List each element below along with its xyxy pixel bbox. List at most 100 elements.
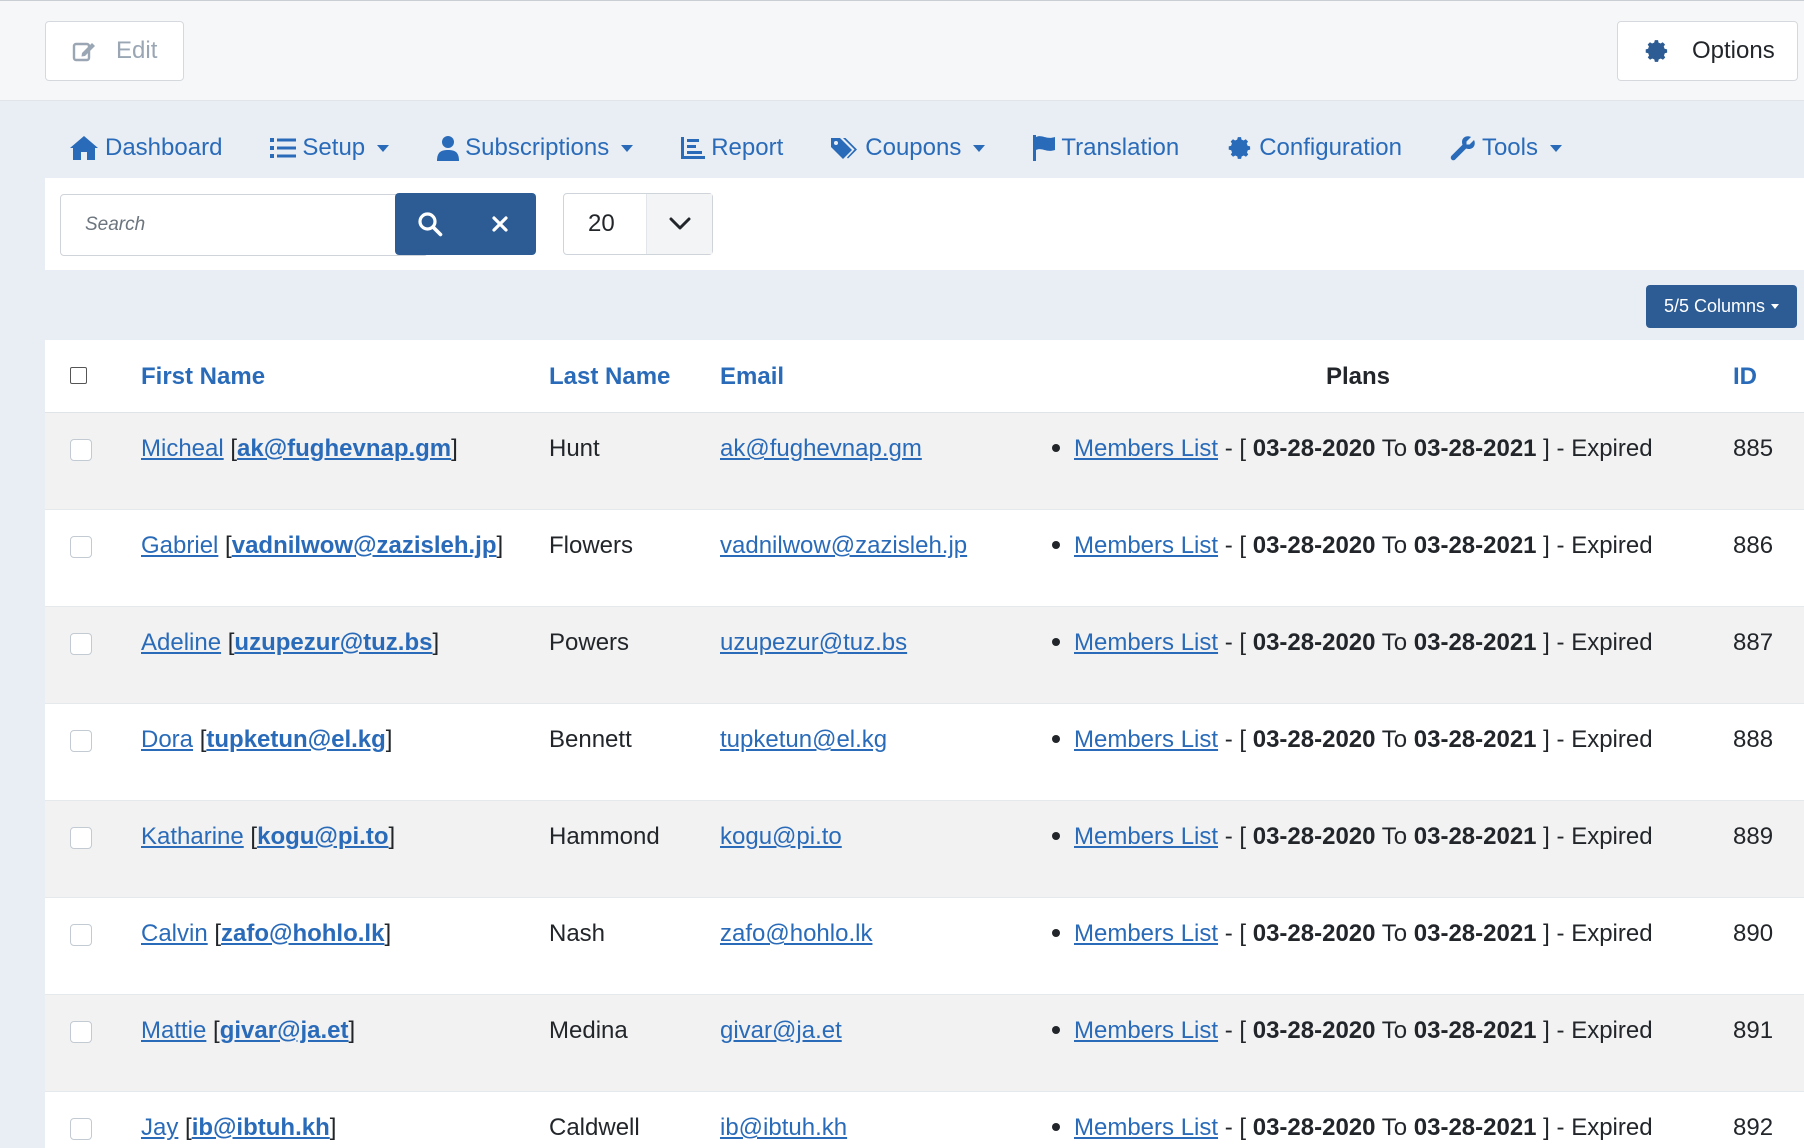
nav-report[interactable]: Report [657, 119, 807, 177]
bullet-icon [1052, 637, 1060, 646]
plan-status: Expired [1571, 920, 1653, 947]
first-name-link[interactable]: Mattie [141, 1017, 206, 1044]
last-name-cell: Caldwell [549, 1114, 640, 1141]
first-name-email-link[interactable]: ib@ibtuh.kh [192, 1114, 330, 1141]
nav-configuration[interactable]: Configuration [1203, 119, 1426, 177]
plan-link[interactable]: Members List [1074, 1114, 1218, 1141]
first-name-cell: Adeline [uzupezur@tuz.bs] [141, 629, 440, 656]
table-row: Dora [tupketun@el.kg] Bennett tupketun@el.… [45, 704, 1804, 801]
gear-icon [1228, 137, 1251, 159]
email-link[interactable]: ib@ibtuh.kh [720, 1114, 847, 1141]
filter-bar: 20 [45, 178, 1804, 270]
email-link[interactable]: ak@fughevnap.gm [720, 435, 922, 462]
columns-toggle-button[interactable]: 5/5 Columns [1646, 285, 1797, 328]
search-button[interactable] [395, 193, 465, 255]
plan-link[interactable]: Members List [1074, 532, 1218, 559]
column-plans: Plans [1326, 362, 1391, 390]
first-name-link[interactable]: Calvin [141, 920, 208, 947]
nav-dashboard[interactable]: Dashboard [45, 119, 246, 177]
row-checkbox[interactable] [70, 536, 92, 558]
first-name-email-link[interactable]: kogu@pi.to [257, 823, 388, 850]
plans-cell: Members List - [ 03-28-2020 To 03-28-202… [1052, 435, 1653, 463]
plan-end-date: 03-28-2021 [1413, 823, 1537, 850]
plan-link[interactable]: Members List [1074, 1017, 1218, 1044]
gear-icon [1645, 40, 1668, 62]
first-name-email-link[interactable]: zafo@hohlo.lk [221, 920, 384, 947]
plan-link[interactable]: Members List [1074, 920, 1218, 947]
nav-tools[interactable]: Tools [1426, 119, 1586, 177]
columns-toggle-label: 5/5 Columns [1663, 296, 1766, 316]
first-name-link[interactable]: Gabriel [141, 532, 218, 559]
email-link[interactable]: uzupezur@tuz.bs [720, 629, 907, 656]
chevron-down-icon [973, 144, 986, 152]
search-button-group [395, 193, 536, 255]
email-cell: zafo@hohlo.lk [720, 920, 872, 948]
search-input[interactable] [60, 194, 428, 256]
plan-start-date: 03-28-2020 [1252, 823, 1376, 850]
options-button[interactable]: Options [1617, 21, 1798, 81]
nav-setup[interactable]: Setup [246, 119, 413, 177]
nav-subscriptions[interactable]: Subscriptions [413, 119, 657, 177]
list-limit-toggle[interactable] [646, 194, 712, 254]
row-checkbox[interactable] [70, 1118, 92, 1140]
plan-date-connector: To [1381, 629, 1408, 656]
nav-subscriptions-label: Subscriptions [465, 134, 610, 161]
column-first-name[interactable]: First Name [141, 340, 265, 413]
last-name-cell: Hammond [549, 823, 660, 850]
nav-configuration-label: Configuration [1259, 134, 1402, 161]
email-link[interactable]: vadnilwow@zazisleh.jp [720, 532, 967, 559]
plan-link[interactable]: Members List [1074, 435, 1218, 462]
plan-start-date: 03-28-2020 [1252, 532, 1376, 559]
first-name-link[interactable]: Adeline [141, 629, 221, 656]
first-name-cell: Calvin [zafo@hohlo.lk] [141, 920, 392, 947]
plan-end-date: 03-28-2021 [1413, 1017, 1537, 1044]
first-name-link[interactable]: Dora [141, 726, 193, 753]
row-checkbox[interactable] [70, 439, 92, 461]
clear-search-button[interactable] [465, 193, 535, 255]
options-button-label: Options [1692, 37, 1775, 64]
first-name-cell: Mattie [givar@ja.et] [141, 1017, 356, 1044]
row-checkbox[interactable] [70, 827, 92, 849]
id-cell: 890 [1733, 920, 1774, 947]
column-last-name[interactable]: Last Name [549, 340, 670, 413]
table-row: Mattie [givar@ja.et] Medina givar@ja.et Mem… [45, 995, 1804, 1092]
plan-link[interactable]: Members List [1074, 823, 1218, 850]
email-link[interactable]: zafo@hohlo.lk [720, 920, 872, 947]
row-checkbox[interactable] [70, 1021, 92, 1043]
select-all-checkbox[interactable] [70, 367, 87, 384]
list-icon [270, 138, 297, 158]
list-limit-select[interactable]: 20 [563, 193, 713, 255]
email-cell: vadnilwow@zazisleh.jp [720, 532, 967, 560]
first-name-email-link[interactable]: uzupezur@tuz.bs [234, 629, 432, 656]
plan-date-connector: To [1381, 726, 1408, 753]
plan-date-connector: To [1381, 435, 1408, 462]
plan-link[interactable]: Members List [1074, 726, 1218, 753]
first-name-email-link[interactable]: tupketun@el.kg [206, 726, 385, 753]
first-name-link[interactable]: Jay [141, 1114, 178, 1141]
first-name-link[interactable]: Katharine [141, 823, 244, 850]
first-name-email-link[interactable]: vadnilwow@zazisleh.jp [232, 532, 497, 559]
email-cell: tupketun@el.kg [720, 726, 887, 754]
column-id[interactable]: ID [1733, 340, 1757, 413]
id-cell: 892 [1733, 1114, 1774, 1141]
row-checkbox[interactable] [70, 730, 92, 752]
column-email[interactable]: Email [720, 340, 784, 413]
email-link[interactable]: givar@ja.et [720, 1017, 842, 1044]
last-name-cell: Bennett [549, 726, 632, 753]
nav-coupons[interactable]: Coupons [807, 119, 1009, 177]
plans-cell: Members List - [ 03-28-2020 To 03-28-202… [1052, 532, 1653, 560]
plan-start-date: 03-28-2020 [1252, 1017, 1376, 1044]
email-link[interactable]: tupketun@el.kg [720, 726, 887, 753]
nav-report-label: Report [711, 134, 784, 161]
first-name-email-link[interactable]: givar@ja.et [220, 1017, 349, 1044]
email-link[interactable]: kogu@pi.to [720, 823, 842, 850]
plan-status: Expired [1571, 823, 1653, 850]
nav-translation[interactable]: Translation [1009, 119, 1203, 177]
row-checkbox[interactable] [70, 633, 92, 655]
edit-button[interactable]: Edit [45, 21, 184, 81]
row-checkbox[interactable] [70, 924, 92, 946]
plan-link[interactable]: Members List [1074, 629, 1218, 656]
first-name-link[interactable]: Micheal [141, 435, 224, 462]
first-name-email-link[interactable]: ak@fughevnap.gm [237, 435, 451, 462]
email-cell: givar@ja.et [720, 1017, 842, 1045]
